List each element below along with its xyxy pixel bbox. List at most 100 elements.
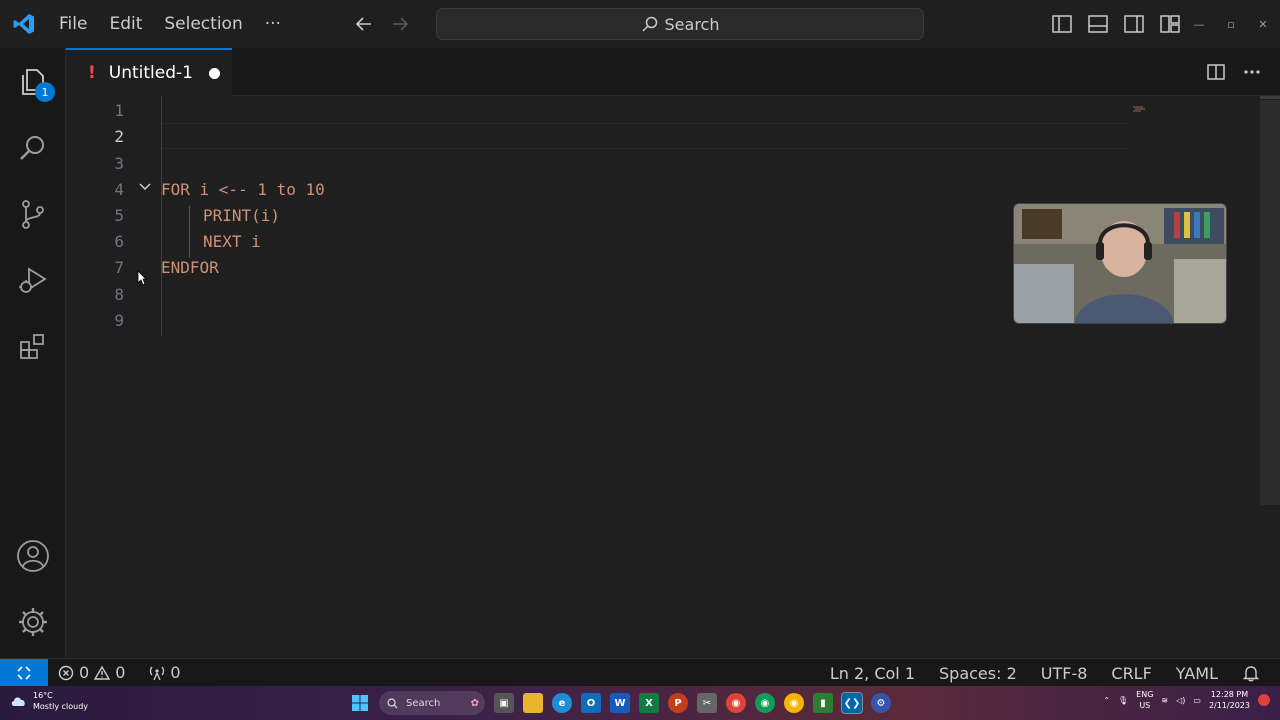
activity-bar: 1 (0, 48, 66, 658)
status-bar: 0 0 0 Ln 2, Col 1 Spaces: 2 UTF-8 CRLF Y… (0, 658, 1280, 687)
webcam-overlay (1013, 203, 1227, 324)
more-actions-icon[interactable] (1242, 62, 1262, 82)
bell-icon[interactable] (1242, 664, 1260, 682)
line-number: 9 (114, 311, 124, 330)
word-icon[interactable]: W (610, 693, 630, 713)
line-number: 1 (114, 101, 124, 120)
back-arrow-icon[interactable] (352, 12, 376, 36)
cloud-icon (11, 697, 25, 706)
excel-icon[interactable]: X (639, 693, 659, 713)
volume-icon[interactable]: ◁) (1176, 696, 1185, 705)
search-label: Search (664, 14, 720, 34)
warning-icon (94, 665, 111, 680)
warning-count: 0 (115, 663, 126, 682)
toggle-primary-sidebar-icon[interactable] (1050, 12, 1074, 36)
menu-file[interactable]: File (48, 0, 98, 48)
code-line: FOR i <-- 1 to 10 (161, 180, 325, 199)
split-editor-icon[interactable] (1206, 62, 1226, 82)
close-icon[interactable]: ✕ (1254, 12, 1272, 36)
indent-guide (189, 206, 190, 258)
taskbar-search-label: Search (406, 697, 441, 709)
end-of-line[interactable]: CRLF (1111, 664, 1151, 683)
code-line: PRINT(i) (203, 206, 281, 225)
menu-edit[interactable]: Edit (98, 0, 153, 48)
file-explorer-icon[interactable] (523, 693, 543, 713)
temperature: 16°C (33, 691, 53, 700)
mouse-cursor-icon (137, 270, 147, 286)
notification-badge-icon[interactable] (1258, 694, 1270, 706)
toggle-panel-icon[interactable] (1086, 12, 1110, 36)
battery-icon[interactable]: ▭ (1193, 696, 1201, 705)
windows-taskbar: 16°C Mostly cloudy Search ✿ ▣ e O W X P … (0, 686, 1280, 720)
editor-area[interactable]: 1 2 3 4 5 6 7 8 9 FOR i <-- 1 to 10 PRIN… (66, 96, 1280, 658)
chevron-down-icon[interactable] (138, 180, 152, 194)
search-icon[interactable] (13, 128, 53, 168)
chrome-icon[interactable]: ◉ (726, 693, 746, 713)
restore-icon[interactable]: ▫ (1222, 12, 1240, 36)
toggle-secondary-sidebar-icon[interactable] (1122, 12, 1146, 36)
gear-icon[interactable] (13, 602, 53, 642)
extensions-icon[interactable] (13, 326, 53, 366)
line-number: 6 (114, 232, 124, 251)
chevron-up-icon[interactable]: ⌃ (1103, 696, 1110, 705)
region-code: US (1139, 701, 1151, 710)
windows-start-icon[interactable] (350, 693, 370, 713)
minimap[interactable] (1133, 105, 1155, 113)
outlook-icon[interactable]: O (581, 693, 601, 713)
menu-selection[interactable]: Selection (153, 0, 253, 48)
unsaved-dot-icon[interactable] (208, 67, 220, 79)
source-control-icon[interactable] (13, 194, 53, 234)
minimize-icon[interactable]: — (1190, 12, 1208, 36)
accounts-icon[interactable] (13, 536, 53, 576)
chrome-profile-icon[interactable]: ◉ (755, 693, 775, 713)
line-number: 4 (114, 180, 124, 199)
task-view-icon[interactable]: ▣ (494, 693, 514, 713)
problems-indicator: ! (88, 63, 96, 83)
problems-status[interactable]: 0 0 (58, 663, 125, 682)
tab-untitled-1[interactable]: ! Untitled-1 (66, 48, 232, 96)
line-number: 2 (114, 127, 124, 146)
input-language[interactable]: ENG US (1136, 689, 1153, 711)
run-and-debug-icon[interactable] (13, 260, 53, 300)
cursor-position[interactable]: Ln 2, Col 1 (830, 664, 915, 683)
forward-arrow-icon[interactable] (388, 12, 412, 36)
chrome-alt-icon[interactable]: ◉ (784, 693, 804, 713)
taskbar-search[interactable]: Search ✿ (379, 691, 485, 715)
vscode-logo-icon (0, 0, 48, 48)
code-line: ENDFOR (161, 258, 219, 277)
line-number: 3 (114, 154, 124, 173)
indentation[interactable]: Spaces: 2 (939, 664, 1017, 683)
customize-layout-icon[interactable] (1158, 12, 1182, 36)
encoding[interactable]: UTF-8 (1041, 664, 1088, 683)
search-icon (641, 16, 657, 32)
broadcast-icon (150, 666, 165, 680)
line-number: 7 (114, 258, 124, 277)
settings-app-icon[interactable]: ⚙ (871, 693, 891, 713)
edge-icon[interactable]: e (552, 693, 572, 713)
app-icon[interactable]: ▮ (813, 693, 833, 713)
remote-indicator-icon[interactable] (0, 658, 48, 687)
weather-widget[interactable]: 16°C Mostly cloudy (10, 690, 88, 712)
error-icon (58, 665, 74, 680)
language-mode[interactable]: YAML (1176, 664, 1218, 683)
vscode-taskbar-icon[interactable]: ❮❯ (841, 692, 863, 714)
wifi-icon[interactable]: ≋ (1161, 696, 1168, 705)
clock[interactable]: 12:28 PM 2/11/2023 (1209, 689, 1250, 711)
powerpoint-icon[interactable]: P (668, 693, 688, 713)
weather-condition: Mostly cloudy (33, 702, 88, 711)
line-number: 8 (114, 285, 124, 304)
command-center-search[interactable]: Search (436, 8, 924, 40)
snipping-tool-icon[interactable]: ✂ (697, 693, 717, 713)
language-code: ENG (1136, 690, 1154, 699)
date: 2/11/2023 (1208, 701, 1250, 710)
time: 12:28 PM (1210, 690, 1249, 699)
microphone-icon[interactable]: 🎙 (1118, 696, 1128, 705)
vertical-scrollbar[interactable] (1260, 100, 1280, 505)
ports-status[interactable]: 0 (149, 663, 181, 682)
line-number: 5 (114, 206, 124, 225)
current-line-highlight (160, 123, 1128, 149)
code-line: NEXT i (203, 232, 261, 251)
editor-tab-bar: ! Untitled-1 (66, 48, 1280, 96)
menu-more[interactable]: ··· (254, 0, 292, 48)
search-icon (387, 698, 398, 709)
